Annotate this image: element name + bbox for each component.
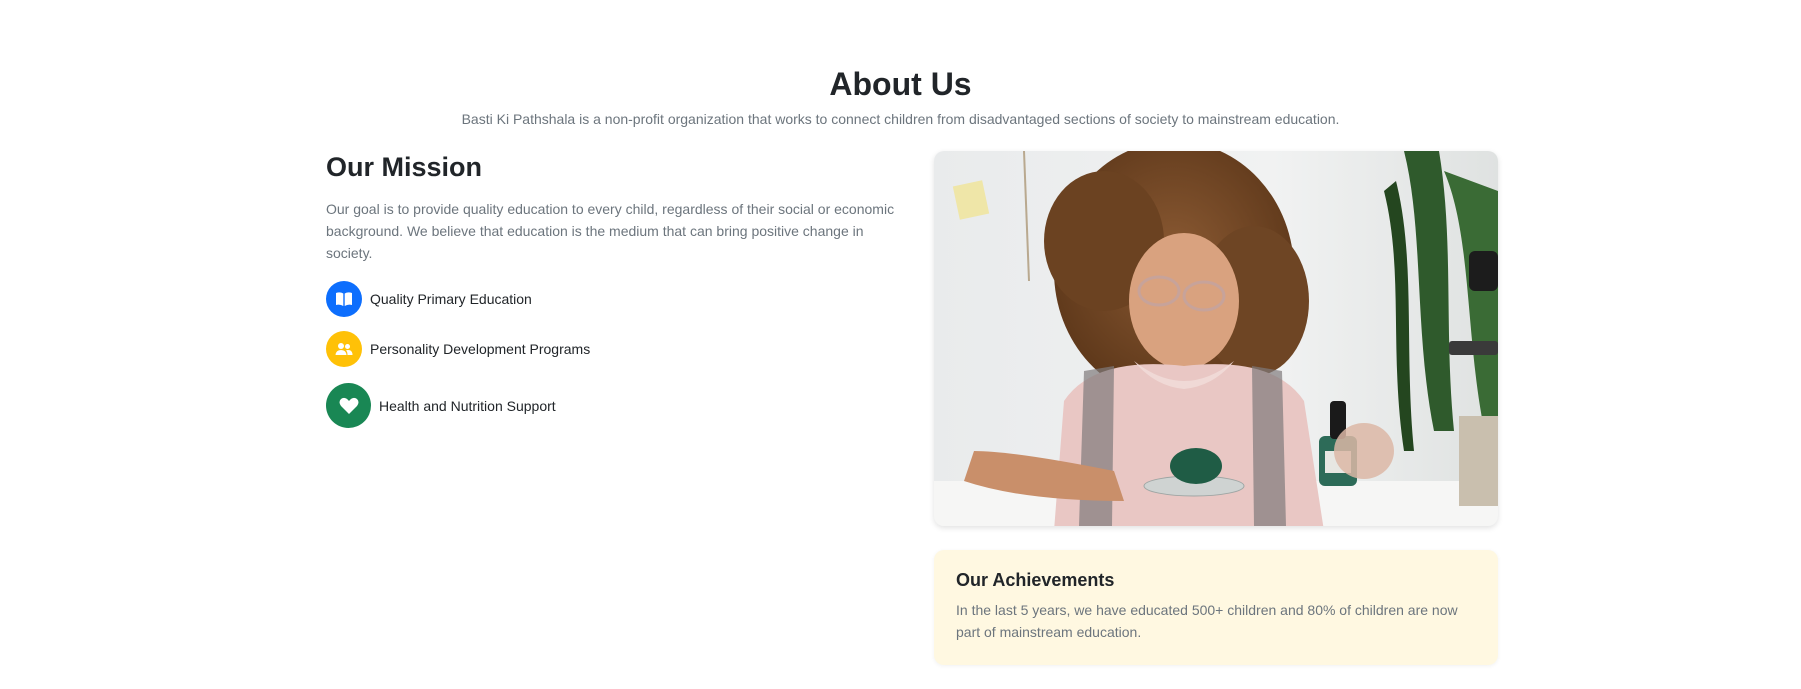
feature-label: Personality Development Programs [370,341,591,357]
about-title: About Us [829,66,972,102]
achievements-title: Our Achievements [956,570,1115,590]
about-subtitle: Basti Ki Pathshala is a non-profit organ… [461,111,1340,127]
book-icon [326,281,362,317]
feature-label: Health and Nutrition Support [379,397,556,414]
feature-label: Quality Primary Education [370,291,532,307]
mission-photo [934,151,1498,526]
mission-heading: Our Mission [326,152,483,182]
feature-quality-education: Quality Primary Education [326,281,532,317]
mission-column: Our Mission Our goal is to provide quali… [326,150,896,428]
feature-health-nutrition: Health and Nutrition Support [326,383,556,428]
mission-text: Our goal is to provide quality education… [326,201,895,261]
people-icon [326,331,362,367]
achievements-card: Our Achievements In the last 5 years, we… [934,550,1498,665]
heart-icon [326,383,371,428]
achievements-text: In the last 5 years, we have educated 50… [956,602,1458,640]
feature-personality-development: Personality Development Programs [326,331,590,367]
